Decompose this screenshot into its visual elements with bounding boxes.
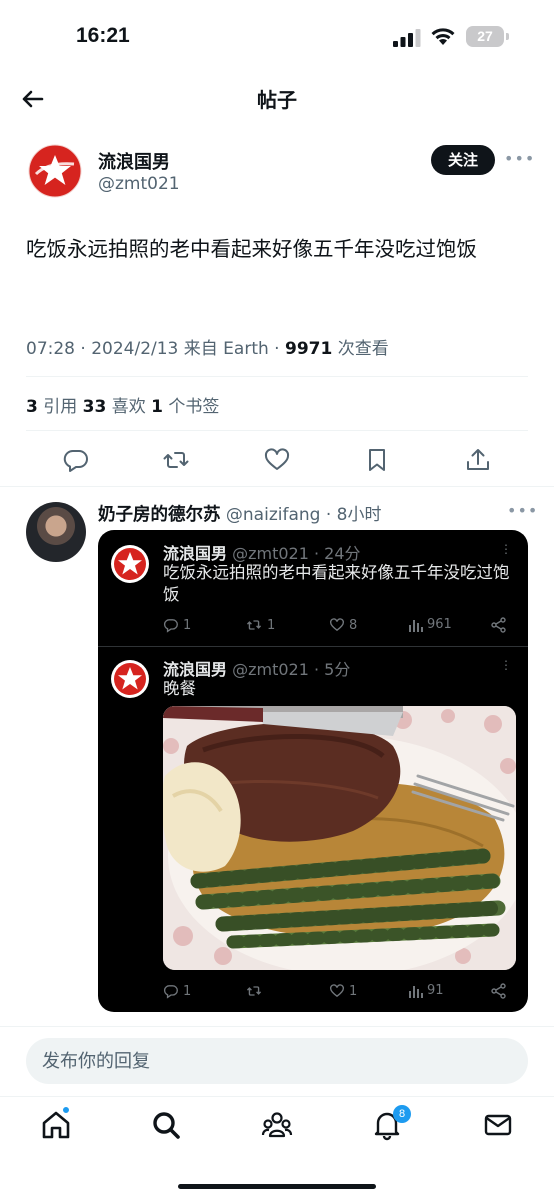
battery-indicator: 27: [466, 26, 509, 47]
likes-stat[interactable]: 33 喜欢: [83, 397, 151, 417]
bookmark-icon[interactable]: [363, 446, 391, 474]
quoted-tweet-header: 流浪国男 @zmt021 · 5分: [163, 660, 351, 679]
follow-button[interactable]: 关注: [431, 145, 495, 175]
search-icon[interactable]: [150, 1109, 182, 1141]
post-timestamp: 07:28 · 2024/2/13 来自 Earth ·: [26, 339, 285, 359]
post-action-bar: [0, 442, 554, 478]
retweet-icon: [246, 620, 262, 630]
quoted-tweet-actions: 1 1 8 961: [163, 617, 513, 637]
home-indicator[interactable]: [178, 1184, 376, 1189]
post-stats: 3 引用 33 喜欢 1 个书签: [26, 392, 219, 417]
quoted-tweet-text: 晚餐: [163, 679, 196, 698]
reply-composer: [0, 1026, 554, 1096]
like-heart-icon: [330, 618, 344, 632]
views-chart-icon: [409, 985, 423, 998]
messages-icon[interactable]: [482, 1109, 514, 1141]
share-icon[interactable]: [464, 446, 492, 474]
author-name[interactable]: 流浪国男: [98, 148, 170, 174]
quoted-tweet-header: 流浪国男 @zmt021 · 24分: [163, 544, 361, 563]
reply-author-meta: @naizifang · 8小时: [220, 505, 382, 525]
share-icon: [491, 983, 506, 999]
quoted-more-icon: ⋮: [500, 658, 512, 672]
like-heart-icon: [330, 984, 344, 998]
like-heart-icon[interactable]: [263, 446, 291, 474]
communities-icon[interactable]: [261, 1109, 293, 1141]
quoted-author-avatar: [111, 545, 149, 583]
post-text: 吃饭永远拍照的老中看起来好像五千年没吃过饱饭: [26, 237, 477, 261]
quoted-tweet-actions: 1 1 91: [163, 983, 513, 1003]
reply-icon: [163, 985, 178, 999]
more-options-icon[interactable]: •••: [504, 149, 534, 171]
post-meta: 07:28 · 2024/2/13 来自 Earth · 9971 次查看: [26, 334, 389, 359]
quoted-more-icon: ⋮: [500, 542, 512, 556]
divider: [26, 430, 528, 431]
views-chart-icon: [409, 619, 423, 632]
reply-author-name[interactable]: 奶子房的德尔苏: [98, 505, 221, 525]
quoted-tweet-text: 吃饭永远拍照的老中看起来好像五千年没吃过饱饭: [163, 563, 510, 604]
reply-icon[interactable]: [62, 446, 90, 474]
reply-header: 奶子房的德尔苏 @naizifang · 8小时: [98, 500, 381, 526]
cellular-signal-icon: [393, 29, 421, 47]
top-header: 帖子: [0, 74, 554, 124]
divider: [26, 376, 528, 377]
author-avatar[interactable]: [28, 144, 82, 198]
notifications-badge: 8: [393, 1105, 411, 1123]
share-icon: [491, 617, 506, 633]
reply-more-icon[interactable]: •••: [507, 501, 538, 520]
status-time: 16:21: [76, 24, 130, 47]
views-label: 次查看: [332, 339, 389, 359]
home-notification-dot: [62, 1106, 70, 1114]
reply-input[interactable]: [26, 1038, 528, 1084]
status-bar: 16:21 27: [0, 0, 554, 74]
quoted-author-avatar: [111, 660, 149, 698]
screenshot-card: 流浪国男 @zmt021 · 24分 ⋮ 吃饭永远拍照的老中看起来好像五千年没吃…: [98, 530, 528, 1012]
quotes-stat[interactable]: 3 引用: [26, 397, 83, 417]
page-title: 帖子: [257, 88, 297, 112]
retweet-icon[interactable]: [162, 446, 190, 474]
retweet-icon: [246, 986, 262, 996]
bookmarks-stat[interactable]: 1 个书签: [151, 397, 219, 417]
steak-dinner-photo: [163, 706, 516, 970]
divider: [0, 486, 554, 487]
views-count: 9971: [284, 339, 333, 359]
reply-icon: [163, 619, 178, 633]
post-author-row: 流浪国男 @zmt021 关注 •••: [0, 140, 554, 210]
divider: [98, 646, 528, 647]
wifi-icon: [431, 28, 455, 45]
reply-avatar[interactable]: [26, 502, 86, 562]
author-handle[interactable]: @zmt021: [98, 174, 180, 194]
